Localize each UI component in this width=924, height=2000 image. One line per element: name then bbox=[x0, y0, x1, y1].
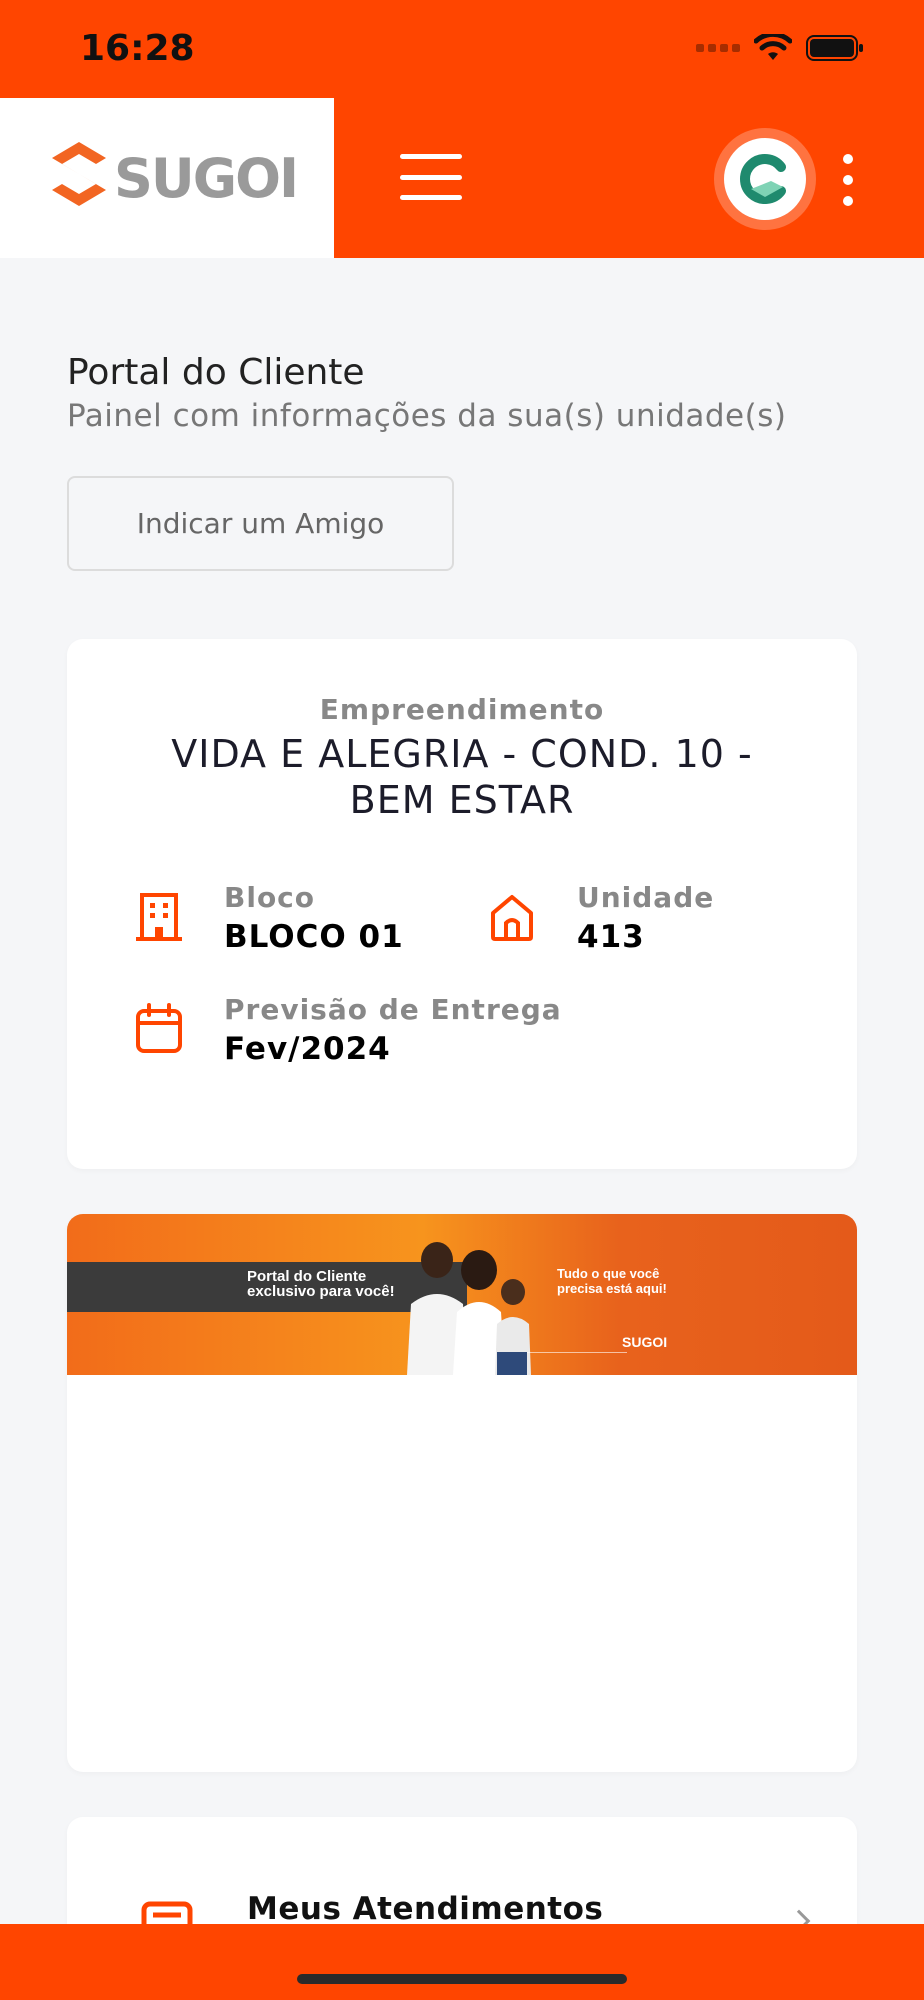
development-name: VIDA E ALEGRIA - COND. 10 - BEM ESTAR bbox=[171, 732, 753, 822]
family-photo bbox=[407, 1242, 531, 1375]
more-options-button[interactable] bbox=[840, 154, 856, 206]
building-icon bbox=[136, 893, 182, 941]
logo-text: SUGOI bbox=[114, 146, 299, 210]
status-bar: 16:28 bbox=[0, 0, 924, 98]
banner-logo: SUGOI bbox=[622, 1334, 668, 1350]
unit-info: Unidade 413 bbox=[487, 881, 787, 961]
banner-divider bbox=[527, 1352, 627, 1353]
promo-banner[interactable]: Portal do Cliente exclusivo para você! T… bbox=[67, 1214, 857, 1375]
refer-friend-button[interactable]: Indicar um Amigo bbox=[67, 476, 454, 571]
hamburger-icon bbox=[400, 154, 462, 159]
property-card: Empreendimento VIDA E ALEGRIA - COND. 10… bbox=[67, 639, 857, 1169]
delivery-label: Previsão de Entrega bbox=[224, 993, 562, 1026]
page-title: Portal do Cliente bbox=[67, 352, 365, 393]
page-subtitle: Painel com informações da sua(s) unidade… bbox=[67, 398, 787, 434]
company-avatar-icon bbox=[740, 154, 786, 204]
signal-icon bbox=[696, 44, 740, 52]
avatar-button[interactable] bbox=[714, 128, 816, 230]
home-icon bbox=[491, 895, 533, 941]
unit-value: 413 bbox=[577, 919, 645, 955]
menu-button[interactable] bbox=[400, 154, 462, 200]
home-indicator[interactable] bbox=[297, 1974, 627, 1984]
delivery-info: Previsão de Entrega Fev/2024 bbox=[134, 993, 634, 1073]
block-value: BLOCO 01 bbox=[224, 919, 404, 955]
banner-right-text: Tudo o que você precisa está aqui! bbox=[557, 1266, 667, 1296]
status-time: 16:28 bbox=[80, 28, 195, 69]
kebab-icon bbox=[843, 154, 853, 164]
battery-icon bbox=[806, 35, 863, 61]
banner-left-text: Portal do Cliente exclusivo para você! bbox=[247, 1268, 395, 1300]
calendar-icon bbox=[136, 1003, 182, 1053]
app-header: SUGOI bbox=[0, 98, 924, 258]
unit-label: Unidade bbox=[577, 881, 715, 914]
delivery-value: Fev/2024 bbox=[224, 1031, 391, 1067]
my-services-label: Meus Atendimentos bbox=[247, 1891, 604, 1927]
sugoi-logo-icon bbox=[52, 142, 106, 206]
brand-logo[interactable]: SUGOI bbox=[0, 98, 334, 258]
promo-banner-card: Portal do Cliente exclusivo para você! T… bbox=[67, 1214, 857, 1772]
block-info: Bloco BLOCO 01 bbox=[134, 881, 434, 961]
avatar bbox=[724, 138, 806, 220]
block-label: Bloco bbox=[224, 881, 316, 914]
wifi-icon bbox=[754, 34, 792, 60]
bottom-bar bbox=[0, 1924, 924, 2000]
development-label: Empreendimento bbox=[319, 693, 605, 726]
status-icons bbox=[696, 34, 864, 62]
